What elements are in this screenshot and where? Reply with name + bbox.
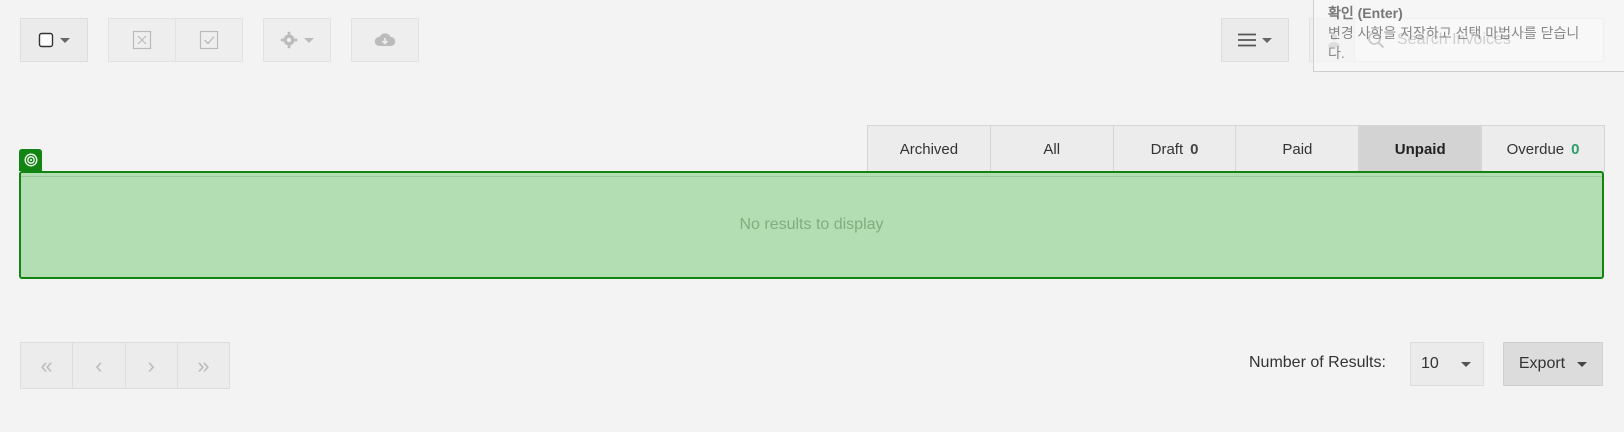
tab-overdue[interactable]: Overdue 0	[1482, 126, 1604, 172]
results-count-label: Number of Results:	[1249, 354, 1386, 371]
status-tabs: Archived All Draft 0 Paid Unpaid Overdue…	[867, 125, 1605, 172]
export-button[interactable]: Export	[1503, 342, 1603, 386]
chevron-right-icon: ›	[147, 352, 155, 378]
tab-draft[interactable]: Draft 0	[1113, 126, 1237, 172]
cancel-icon	[132, 30, 152, 50]
chevron-down-icon	[1262, 37, 1272, 43]
tab-label: Unpaid	[1394, 140, 1446, 158]
results-count-value: 10	[1421, 355, 1439, 372]
double-chevron-left-icon: «	[40, 352, 53, 378]
results-panel: No results to display	[19, 171, 1604, 279]
user-icon	[1326, 32, 1342, 48]
first-page-button[interactable]: «	[21, 343, 74, 388]
tab-paid[interactable]: Paid	[1236, 126, 1360, 172]
tab-label: All	[1043, 140, 1061, 158]
double-chevron-right-icon: »	[197, 352, 210, 378]
approve-button[interactable]	[175, 18, 243, 62]
last-page-button[interactable]: »	[177, 343, 229, 388]
search-icon	[1367, 31, 1385, 49]
divider	[21, 176, 1602, 177]
download-button[interactable]	[351, 18, 419, 62]
search-input[interactable]	[1397, 31, 1597, 49]
tab-label: Draft	[1150, 140, 1184, 158]
view-options-dropdown[interactable]	[1221, 18, 1289, 62]
export-label: Export	[1518, 355, 1566, 372]
checkbox-icon	[38, 32, 54, 48]
chevron-down-icon	[60, 37, 70, 43]
pagination: « ‹ › »	[20, 342, 230, 389]
check-icon	[199, 30, 219, 50]
tab-count: 0	[1571, 140, 1580, 158]
cancel-button[interactable]	[108, 18, 176, 62]
hamburger-icon	[1238, 33, 1256, 47]
previous-page-button[interactable]: ‹	[73, 343, 126, 388]
target-icon	[19, 149, 42, 171]
cloud-download-icon	[374, 32, 396, 48]
search-box[interactable]	[1354, 18, 1604, 62]
chevron-down-icon	[304, 37, 314, 43]
user-filter-button[interactable]	[1309, 18, 1359, 62]
tab-archived[interactable]: Archived	[868, 126, 991, 172]
settings-dropdown[interactable]	[263, 18, 331, 62]
tab-unpaid[interactable]: Unpaid	[1359, 126, 1483, 172]
chevron-left-icon: ‹	[95, 352, 103, 378]
tab-label: Paid	[1282, 140, 1313, 158]
chevron-down-icon	[1461, 361, 1471, 367]
empty-message: No results to display	[739, 216, 884, 233]
tab-label: Overdue	[1506, 140, 1565, 158]
tab-all[interactable]: All	[990, 126, 1114, 172]
tab-count: 0	[1190, 140, 1199, 158]
gear-icon	[280, 31, 298, 49]
select-all-dropdown[interactable]	[20, 18, 88, 62]
results-count-select[interactable]: 10	[1410, 342, 1484, 386]
chevron-down-icon	[1577, 361, 1588, 367]
next-page-button[interactable]: ›	[125, 343, 178, 388]
tab-label: Archived	[899, 140, 959, 158]
